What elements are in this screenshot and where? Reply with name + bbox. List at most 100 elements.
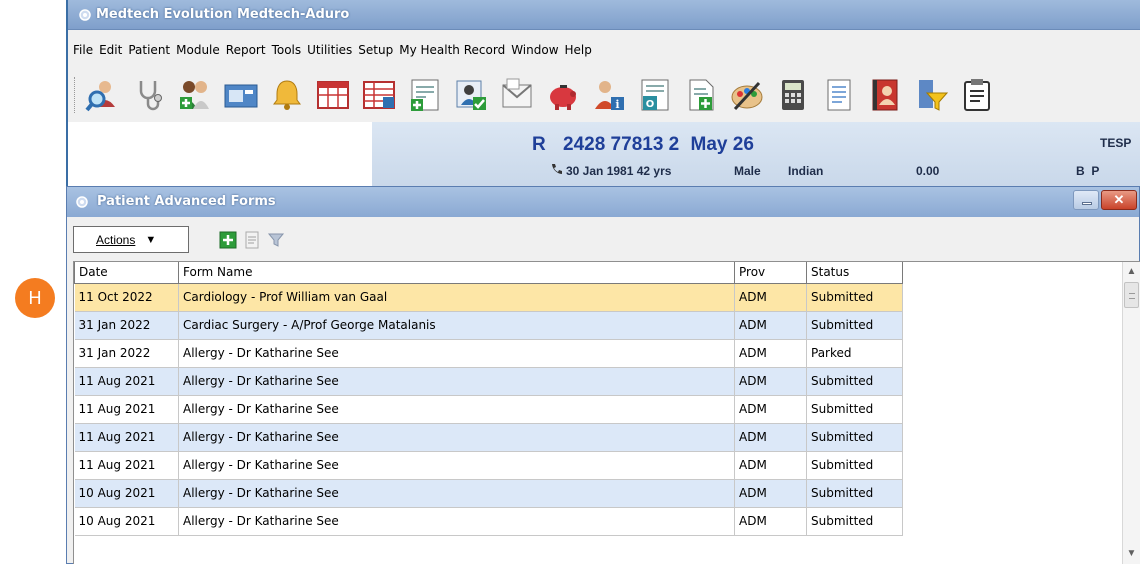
clipboard-button[interactable] <box>956 73 998 117</box>
patient-info-icon: i <box>595 81 624 111</box>
scroll-down-arrow-icon[interactable]: ▼ <box>1123 546 1140 562</box>
forms-grid: Date Form Name Prov Status 11 Oct 2022 C… <box>73 261 1140 564</box>
notes-button[interactable] <box>818 73 860 117</box>
add-document-button[interactable] <box>680 73 722 117</box>
menu-my-health-record[interactable]: My Health Record <box>396 43 508 57</box>
filter-forms-icon[interactable] <box>267 231 285 249</box>
outbox-icon: O <box>641 79 669 111</box>
cell-date: 31 Jan 2022 <box>74 311 179 340</box>
table-row[interactable]: 11 Aug 2021 Allergy - Dr Katharine See A… <box>74 423 903 452</box>
cell-form-name: Allergy - Dr Katharine See <box>178 479 735 508</box>
scroll-up-arrow-icon[interactable]: ▲ <box>1123 264 1140 280</box>
table-row[interactable]: 11 Aug 2021 Allergy - Dr Katharine See A… <box>74 451 903 480</box>
add-form-icon[interactable] <box>219 231 237 249</box>
app-title-bar[interactable]: Medtech Evolution Medtech-Aduro <box>68 0 1140 30</box>
forms-table: Date Form Name Prov Status 11 Oct 2022 C… <box>74 262 903 536</box>
patient-check-button[interactable] <box>450 73 492 117</box>
daybook-button[interactable] <box>358 73 400 117</box>
filter-icon <box>919 80 949 111</box>
calculator-icon <box>782 80 804 110</box>
appointment-book-icon <box>317 81 349 109</box>
cell-prov: ADM <box>734 395 807 424</box>
patient-nhi: 2428 77813 2 <box>563 134 680 155</box>
cell-status: Submitted <box>806 423 903 452</box>
menu-window[interactable]: Window <box>508 43 561 57</box>
cell-prov: ADM <box>734 339 807 368</box>
menu-file[interactable]: File <box>70 43 96 57</box>
table-row[interactable]: 11 Aug 2021 Allergy - Dr Katharine See A… <box>74 395 903 424</box>
daybook-icon <box>363 81 395 109</box>
bell-icon <box>273 80 301 110</box>
cell-form-name: Cardiac Surgery - A/Prof George Matalani… <box>178 311 735 340</box>
column-header-status[interactable]: Status <box>806 262 903 284</box>
callout-marker: H <box>15 278 55 318</box>
menu-module[interactable]: Module <box>173 43 223 57</box>
table-row[interactable]: 31 Jan 2022 Allergy - Dr Katharine See A… <box>74 339 903 368</box>
patient-dob-age: 30 Jan 1981 42 yrs <box>566 164 672 178</box>
accounts-button[interactable] <box>542 73 584 117</box>
designer-button[interactable] <box>726 73 768 117</box>
menu-report[interactable]: Report <box>223 43 269 57</box>
view-form-icon[interactable] <box>243 231 261 249</box>
minimize-button[interactable] <box>1073 190 1099 210</box>
table-row[interactable]: 11 Oct 2022 Cardiology - Prof William va… <box>74 283 903 312</box>
patient-tag: TESP <box>1100 136 1132 150</box>
patient-label: May 26 <box>690 134 754 155</box>
inbox-icon <box>224 84 258 108</box>
menu-edit[interactable]: Edit <box>96 43 125 57</box>
table-row[interactable]: 31 Jan 2022 Cardiac Surgery - A/Prof Geo… <box>74 311 903 340</box>
patient-search-icon <box>85 81 115 112</box>
alerts-button[interactable] <box>266 73 308 117</box>
patient-initial: R <box>532 134 546 155</box>
cell-form-name: Allergy - Dr Katharine See <box>178 367 735 396</box>
forms-icon <box>411 79 439 111</box>
patient-search-button[interactable] <box>82 73 124 117</box>
cell-date: 11 Aug 2021 <box>74 423 179 452</box>
main-toolbar: i O <box>68 72 1140 118</box>
table-row[interactable]: 11 Aug 2021 Allergy - Dr Katharine See A… <box>74 367 903 396</box>
menu-utilities[interactable]: Utilities <box>304 43 355 57</box>
letters-button[interactable] <box>496 73 538 117</box>
cell-date: 10 Aug 2021 <box>74 479 179 508</box>
notes-icon <box>827 79 851 111</box>
menu-patient[interactable]: Patient <box>125 43 173 57</box>
forms-toolbar: Actions ▼ <box>67 217 1139 257</box>
address-book-button[interactable] <box>864 73 906 117</box>
calculator-button[interactable] <box>772 73 814 117</box>
cell-form-name: Allergy - Dr Katharine See <box>178 507 735 536</box>
cell-date: 11 Aug 2021 <box>74 451 179 480</box>
column-header-date[interactable]: Date <box>74 262 179 284</box>
cell-prov: ADM <box>734 367 807 396</box>
inbox-button[interactable] <box>220 73 262 117</box>
appointment-book-button[interactable] <box>312 73 354 117</box>
table-row[interactable]: 10 Aug 2021 Allergy - Dr Katharine See A… <box>74 507 903 536</box>
toolbar-grip[interactable] <box>74 77 77 113</box>
column-header-prov[interactable]: Prov <box>734 262 807 284</box>
patient-check-icon <box>456 80 486 110</box>
address-book-icon <box>872 79 898 111</box>
outbox-button[interactable]: O <box>634 73 676 117</box>
patient-register-icon <box>180 81 209 109</box>
menu-help[interactable]: Help <box>562 43 595 57</box>
menu-setup[interactable]: Setup <box>355 43 396 57</box>
column-header-form-name[interactable]: Form Name <box>178 262 735 284</box>
actions-dropdown[interactable]: Actions ▼ <box>73 226 189 253</box>
cell-prov: ADM <box>734 451 807 480</box>
patient-info-button[interactable]: i <box>588 73 630 117</box>
menu-tools[interactable]: Tools <box>269 43 305 57</box>
forms-button[interactable] <box>404 73 446 117</box>
patient-flags: B P <box>1076 164 1100 178</box>
forms-window-title-bar[interactable]: Patient Advanced Forms ✕ <box>67 187 1139 217</box>
consult-button[interactable] <box>128 73 170 117</box>
cell-prov: ADM <box>734 479 807 508</box>
table-row[interactable]: 10 Aug 2021 Allergy - Dr Katharine See A… <box>74 479 903 508</box>
table-header-row: Date Form Name Prov Status <box>74 262 903 284</box>
cell-form-name: Allergy - Dr Katharine See <box>178 451 735 480</box>
forms-window-title: Patient Advanced Forms <box>97 194 276 209</box>
filter-button[interactable] <box>910 73 952 117</box>
register-patient-button[interactable] <box>174 73 216 117</box>
vertical-scrollbar[interactable]: ▲ ▼ <box>1122 262 1140 564</box>
cell-prov: ADM <box>734 507 807 536</box>
scroll-thumb[interactable] <box>1124 282 1139 308</box>
close-button[interactable]: ✕ <box>1101 190 1137 210</box>
